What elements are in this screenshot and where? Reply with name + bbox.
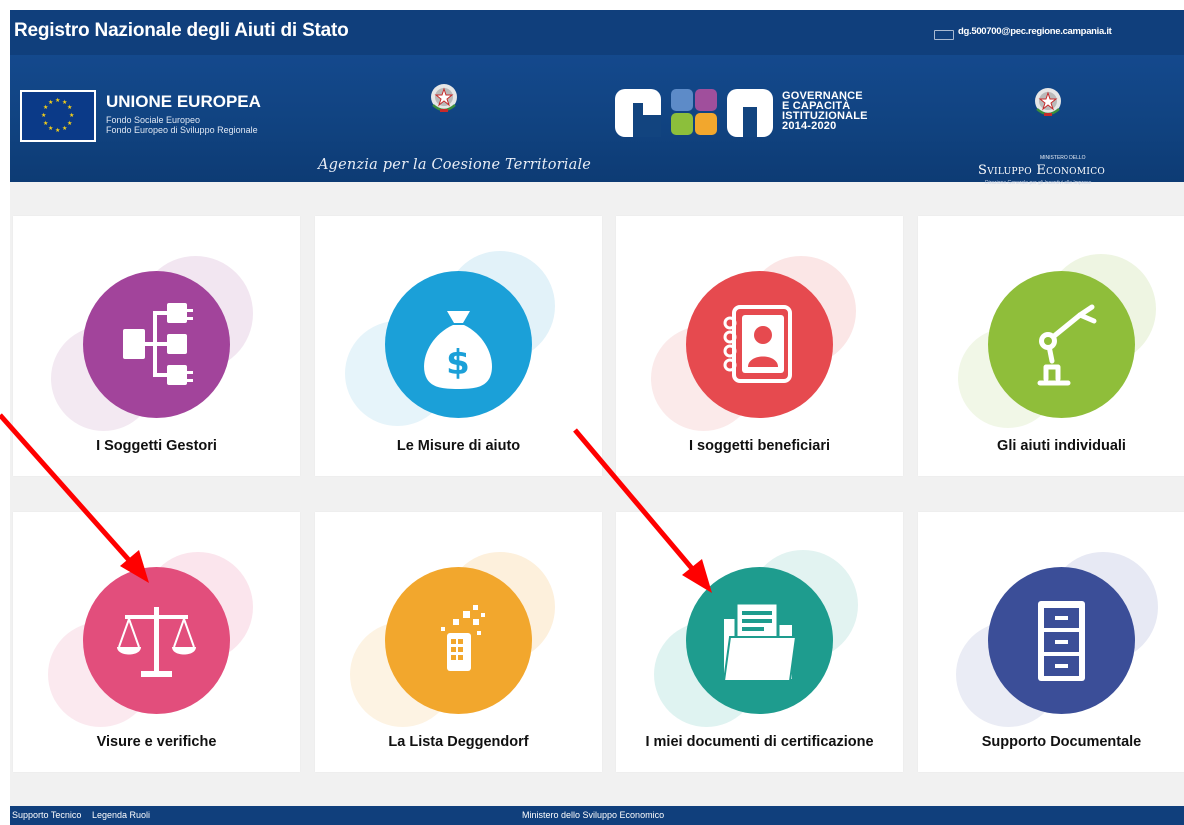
eu-fund-1: Fondo Sociale Europeo bbox=[106, 115, 201, 125]
svg-text:★: ★ bbox=[67, 104, 72, 111]
tile-miei-documenti[interactable]: I miei documenti di certificazione bbox=[616, 512, 903, 772]
svg-text:★: ★ bbox=[67, 120, 72, 127]
eu-text: UNIONE EUROPEA Fondo Sociale Europeo Fon… bbox=[106, 92, 261, 135]
tile-label: Gli aiuti individuali bbox=[997, 438, 1126, 454]
svg-text:★: ★ bbox=[62, 125, 67, 132]
agenzia-coesione-logo: Agenzia per la Coesione Territoriale bbox=[318, 157, 592, 173]
italian-emblem-icon bbox=[1032, 85, 1064, 119]
eu-fund-2: Fondo Europeo di Sviluppo Regionale bbox=[106, 125, 258, 135]
tile-label: I Soggetti Gestori bbox=[96, 438, 217, 454]
footer-ministero: Ministero dello Sviluppo Economico bbox=[522, 810, 665, 820]
address-book-icon bbox=[686, 271, 833, 418]
hierarchy-icon bbox=[83, 271, 230, 418]
app-window: Registro Nazionale degli Aiuti di Stato … bbox=[10, 10, 1184, 825]
user-email[interactable]: dg.500700@pec.regione.campania.it bbox=[958, 26, 1112, 37]
ministero-sub: Direzione Generale per gli Incentivi all… bbox=[985, 180, 1092, 186]
tile-visure-verifiche[interactable]: Visure e verifiche bbox=[13, 512, 300, 772]
tablet-icon bbox=[385, 567, 532, 714]
tile-soggetti-beneficiari[interactable]: I soggetti beneficiari bbox=[616, 216, 903, 476]
svg-text:★: ★ bbox=[48, 125, 53, 132]
tile-label: Supporto Documentale bbox=[981, 734, 1142, 750]
pon-logo bbox=[615, 85, 775, 141]
tile-label: I miei documenti di certificazione bbox=[645, 734, 874, 750]
ministero-name: Sviluppo Economico bbox=[978, 163, 1106, 178]
app-title: Registro Nazionale degli Aiuti di Stato bbox=[14, 20, 349, 41]
folder-icon bbox=[686, 567, 833, 714]
top-bar: Registro Nazionale degli Aiuti di Stato … bbox=[10, 10, 1184, 55]
tile-lista-deggendorf[interactable]: La Lista Deggendorf bbox=[315, 512, 602, 772]
eu-title: UNIONE EUROPEA bbox=[106, 92, 261, 111]
tile-misure-di-aiuto[interactable]: $ Le Misure di aiuto bbox=[315, 216, 602, 476]
eu-flag-icon: ★ ★ ★ ★ ★ ★ ★ ★ ★ ★ ★ ★ bbox=[20, 90, 96, 142]
pon-line-4: 2014-2020 bbox=[782, 120, 837, 132]
tile-soggetti-gestori[interactable]: I Soggetti Gestori bbox=[13, 216, 300, 476]
svg-text:★: ★ bbox=[55, 97, 60, 104]
italian-emblem-icon bbox=[428, 81, 460, 115]
scales-icon bbox=[83, 567, 230, 714]
keyboard-icon[interactable] bbox=[934, 30, 954, 40]
header-banner: ★ ★ ★ ★ ★ ★ ★ ★ ★ ★ ★ ★ UNIONE EUROPEA Fondo Soc… bbox=[10, 55, 1184, 186]
svg-text:★: ★ bbox=[69, 112, 74, 119]
tile-label: I soggetti beneficiari bbox=[689, 438, 830, 454]
ministero-small: MINISTERO DELLO bbox=[1040, 155, 1086, 161]
svg-text:★: ★ bbox=[43, 120, 48, 127]
tile-aiuti-individuali[interactable]: Gli aiuti individuali bbox=[918, 216, 1184, 476]
money-bag-icon: $ bbox=[385, 271, 532, 418]
svg-text:$: $ bbox=[446, 343, 470, 383]
svg-text:★: ★ bbox=[48, 99, 53, 106]
footer-link-supporto[interactable]: Supporto Tecnico bbox=[12, 810, 81, 820]
svg-text:★: ★ bbox=[55, 127, 60, 134]
tile-supporto-documentale[interactable]: Supporto Documentale bbox=[918, 512, 1184, 772]
svg-text:★: ★ bbox=[41, 112, 46, 119]
pon-programme-text: GOVERNANCE E CAPACITÀ ISTITUZIONALE 2014… bbox=[782, 91, 868, 132]
tile-label: La Lista Deggendorf bbox=[388, 734, 529, 750]
footer-bar: Supporto Tecnico Legenda Ruoli Ministero… bbox=[10, 806, 1184, 825]
robot-arm-icon bbox=[988, 271, 1135, 418]
tile-label: Le Misure di aiuto bbox=[396, 438, 521, 454]
footer-link-legenda[interactable]: Legenda Ruoli bbox=[92, 810, 150, 820]
tile-label: Visure e verifiche bbox=[96, 734, 217, 750]
file-cabinet-icon bbox=[988, 567, 1135, 714]
